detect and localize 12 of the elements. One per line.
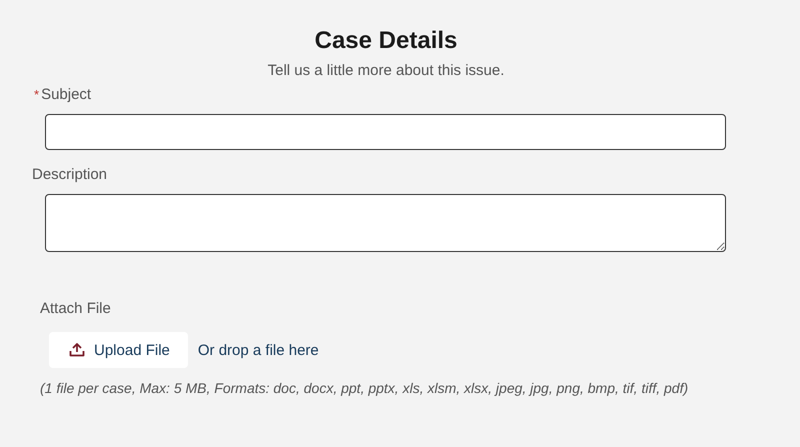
required-mark: * — [34, 87, 40, 102]
upload-file-button[interactable]: Upload File — [49, 332, 188, 368]
page-title: Case Details — [314, 26, 458, 56]
field-label: Description — [32, 166, 108, 183]
drop-file-hint: Or drop a file here — [198, 342, 319, 358]
file-formats-note: (1 file per case, Max: 5 MB, Formats: doc, docx, ppt, pptx, xls, xlsm, xlsx, jpeg, jpg, png, bmp, tif, tiff, pdf) — [40, 380, 690, 396]
page-subtitle: Tell us a little more about this issue. — [266, 62, 506, 80]
attach-file-label: Attach File — [40, 299, 112, 319]
upload-icon — [69, 343, 85, 357]
subject-input[interactable] — [45, 114, 726, 150]
description-textarea[interactable] — [45, 194, 726, 252]
field-label: Subject — [41, 86, 92, 103]
